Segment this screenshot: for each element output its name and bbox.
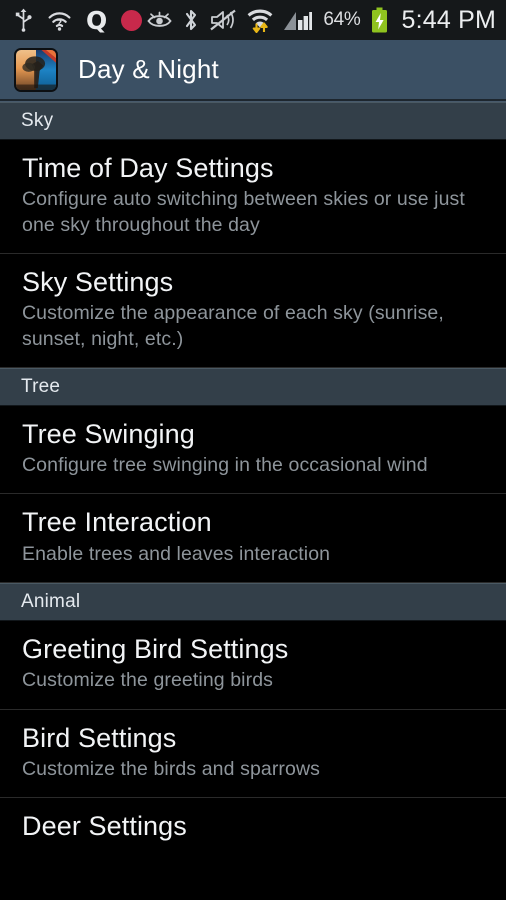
list-item-tree-interaction[interactable]: Tree Interaction Enable trees and leaves…: [0, 494, 506, 583]
svg-text:?: ?: [57, 19, 62, 29]
list-item-title: Greeting Bird Settings: [22, 634, 289, 664]
list-item-title: Deer Settings: [22, 811, 187, 842]
wifi-unknown-icon: ?: [47, 10, 72, 31]
smart-stay-eye-icon: [147, 11, 173, 29]
list-item-greeting-bird-settings[interactable]: Greeting Bird Settings Customize the gre…: [0, 621, 506, 710]
list-item-tree-swinging[interactable]: Tree Swinging Configure tree swinging in…: [0, 405, 506, 495]
list-item-subtitle: Customize the greeting birds: [22, 669, 274, 692]
list-item-subtitle: Customize the birds and sparrows: [22, 757, 320, 780]
battery-charging-icon: [371, 7, 388, 33]
battery-percent-label: 64%: [323, 9, 361, 30]
section-header-animal: Animal: [0, 583, 506, 621]
list-item-sky-settings[interactable]: Sky Settings Customize the appearance of…: [0, 253, 506, 368]
app-bar[interactable]: Day & Night: [0, 40, 506, 102]
recording-dot-icon: [120, 9, 142, 31]
list-item-title: Sky Settings: [22, 266, 174, 297]
section-header-label: Sky: [21, 110, 54, 131]
sound-mute-icon: [210, 9, 237, 31]
list-item-subtitle: Customize the appearance of each sky (su…: [22, 302, 444, 350]
status-bar-right-icons: 64% 5:44 PM: [147, 6, 496, 35]
section-header-sky: Sky: [0, 102, 506, 140]
q-app-icon: Q: [86, 5, 107, 35]
usb-icon: [14, 8, 33, 32]
list-item-title: Bird Settings: [22, 722, 177, 753]
status-bar-left-icons: ? Q: [14, 8, 142, 33]
list-item-title: Tree Interaction: [22, 507, 212, 538]
list-item-title: Time of Day Settings: [22, 153, 274, 183]
bluetooth-icon: [183, 8, 199, 32]
list-item-subtitle: Enable trees and leaves interaction: [22, 542, 331, 565]
settings-list[interactable]: Sky Time of Day Settings Configure auto …: [0, 102, 506, 857]
wifi-transfer-icon: [247, 7, 273, 33]
section-header-label: Tree: [21, 375, 61, 397]
cellular-signal-icon: [284, 9, 313, 31]
app-bar-title: Day & Night: [78, 54, 219, 84]
list-item-time-of-day-settings[interactable]: Time of Day Settings Configure auto swit…: [0, 140, 506, 254]
list-item-bird-settings[interactable]: Bird Settings Customize the birds and sp…: [0, 709, 506, 799]
phone-screen: ? Q 64% 5:44 PM Day & Night Sky Time of …: [0, 0, 506, 900]
status-bar-clock: 5:44 PM: [401, 5, 496, 34]
status-bar: ? Q 64% 5:44 PM: [0, 0, 506, 40]
list-item-subtitle: Configure tree swinging in the occasiona…: [22, 454, 428, 477]
day-night-app-icon[interactable]: [14, 47, 58, 92]
section-header-tree: Tree: [0, 367, 506, 406]
list-item-subtitle: Configure auto switching between skies o…: [22, 188, 465, 236]
list-item-deer-settings[interactable]: Deer Settings: [0, 798, 506, 857]
list-item-title: Tree Swinging: [22, 418, 195, 449]
section-header-label: Animal: [21, 591, 81, 612]
